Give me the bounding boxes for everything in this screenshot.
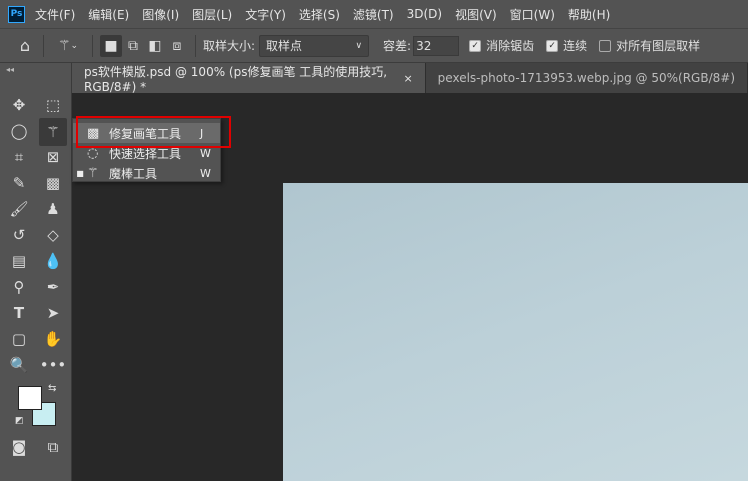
highlight-annotation-box — [76, 116, 231, 148]
history-brush-tool-icon[interactable]: ↺ — [7, 223, 31, 247]
menu-bar: Ps 文件(F) 编辑(E) 图像(I) 图层(L) 文字(Y) 选择(S) 滤… — [0, 0, 748, 28]
collapse-panel-icon[interactable]: ◂◂ — [6, 65, 14, 74]
checkbox-unchecked-icon — [599, 39, 612, 52]
swap-colors-icon[interactable]: ⇆ — [48, 383, 56, 394]
antialias-label: 消除锯齿 — [486, 39, 535, 53]
rectangle-tool-icon[interactable]: ▢ — [7, 327, 31, 351]
healing-brush-tool-icon[interactable]: ▩ — [41, 171, 65, 195]
menu-view[interactable]: 视图(V) — [455, 6, 497, 23]
flyout-label: 魔棒工具 — [109, 166, 158, 181]
tolerance-label: 容差: — [383, 39, 412, 53]
more-tools-icon[interactable]: ••• — [40, 353, 67, 377]
lasso-tool-icon[interactable]: ◯ — [7, 119, 31, 143]
sample-size-value: 取样点 — [266, 39, 303, 53]
dodge-tool-icon[interactable]: ⚲ — [7, 275, 31, 299]
default-colors-icon[interactable]: ◩ — [15, 416, 24, 426]
menu-select[interactable]: 选择(S) — [299, 6, 340, 23]
pen-tool-icon[interactable]: ✒ — [41, 275, 65, 299]
selected-marker: ■ — [76, 168, 84, 178]
menu-edit[interactable]: 编辑(E) — [88, 6, 129, 23]
magic-wand-tool-icon[interactable]: ⚚ — [39, 118, 67, 146]
gradient-tool-icon[interactable]: ▤ — [7, 249, 31, 273]
tab-label: pexels-photo-1713953.webp.jpg @ 50%(RGB/… — [437, 71, 735, 85]
divider — [195, 34, 196, 57]
screen-mode-icon[interactable]: ⧉ — [41, 435, 65, 459]
path-selection-tool-icon[interactable]: ➤ — [41, 301, 65, 325]
eraser-tool-icon[interactable]: ◇ — [41, 223, 65, 247]
menu-layer[interactable]: 图层(L) — [192, 6, 232, 23]
options-bar: ⌂ ⚚ ⌄ ■ ⧉ ◧ ⧈ 取样大小: 取样点 ∨ 容差: 32 ✓ 消除锯齿 ✓ 连续… — [0, 28, 748, 63]
hand-tool-icon[interactable]: ✋ — [41, 327, 65, 351]
menu-type[interactable]: 文字(Y) — [245, 6, 286, 23]
sample-size-select[interactable]: 取样点 ∨ — [259, 34, 370, 57]
add-selection-icon[interactable]: ⧉ — [122, 35, 144, 57]
frame-tool-icon[interactable]: ⊠ — [41, 145, 65, 169]
brush-tool-icon[interactable]: 🖌 — [7, 197, 31, 221]
photoshop-logo: Ps — [8, 5, 25, 23]
shortcut-key: W — [200, 166, 211, 180]
menu-filter[interactable]: 滤镜(T) — [353, 6, 394, 23]
menu-window[interactable]: 窗口(W) — [510, 6, 555, 23]
marquee-tool-icon[interactable]: ⬚ — [41, 93, 65, 117]
flyout-item-magic-wand[interactable]: ■ ⚚ 魔棒工具 W — [73, 163, 220, 183]
all-layers-label: 对所有图层取样 — [616, 39, 701, 53]
tab-psd-document[interactable]: ps软件模版.psd @ 100% (ps修复画笔 工具的使用技巧, RGB/8… — [72, 63, 426, 94]
tools-panel: ◂◂ ✥ ⬚ ◯ ⚚ ⌗ ⊠ ✎ ▩ 🖌 ♟ ↺ ◇ ▤ 💧 ⚲ ✒ T ➤ ▢… — [0, 63, 72, 481]
clone-stamp-tool-icon[interactable]: ♟ — [41, 197, 65, 221]
type-tool-icon[interactable]: T — [7, 301, 31, 325]
chevron-down-icon: ∨ — [355, 40, 363, 51]
magic-wand-icon: ⚚ — [87, 165, 99, 181]
subtract-selection-icon[interactable]: ◧ — [144, 35, 166, 57]
tab-pexels-photo[interactable]: pexels-photo-1713953.webp.jpg @ 50%(RGB/… — [425, 63, 748, 93]
antialias-checkbox[interactable]: ✓ 消除锯齿 — [469, 37, 534, 54]
menu-help[interactable]: 帮助(H) — [568, 6, 610, 23]
eyedropper-tool-icon[interactable]: ✎ — [7, 171, 31, 195]
divider — [92, 34, 93, 57]
new-selection-icon[interactable]: ■ — [100, 34, 122, 57]
close-icon[interactable]: × — [403, 72, 412, 85]
divider — [43, 34, 44, 57]
shortcut-key: W — [200, 146, 211, 160]
quick-mask-icon[interactable]: ◙ — [7, 435, 31, 459]
canvas-image[interactable] — [283, 183, 748, 481]
sample-all-layers-checkbox[interactable]: 对所有图层取样 — [599, 37, 700, 54]
zoom-tool-icon[interactable]: 🔍 — [7, 353, 31, 377]
home-icon[interactable]: ⌂ — [14, 35, 36, 57]
tab-label: ps软件模版.psd @ 100% (ps修复画笔 工具的使用技巧, RGB/8… — [84, 64, 388, 94]
sample-size-label: 取样大小: — [203, 39, 256, 53]
document-tabs: ps软件模版.psd @ 100% (ps修复画笔 工具的使用技巧, RGB/8… — [72, 63, 748, 94]
magic-wand-preset-icon[interactable]: ⚚ ⌄ — [51, 35, 85, 57]
move-tool-icon[interactable]: ✥ — [7, 93, 31, 117]
blur-tool-icon[interactable]: 💧 — [41, 249, 65, 273]
foreground-color-swatch[interactable] — [18, 386, 42, 410]
crop-tool-icon[interactable]: ⌗ — [7, 145, 31, 169]
menu-file[interactable]: 文件(F) — [35, 6, 75, 23]
contiguous-label: 连续 — [563, 39, 588, 53]
tolerance-input[interactable]: 32 — [413, 35, 460, 56]
menu-3d[interactable]: 3D(D) — [407, 7, 442, 21]
menu-image[interactable]: 图像(I) — [142, 6, 179, 23]
contiguous-checkbox[interactable]: ✓ 连续 — [546, 37, 587, 54]
checkbox-checked-icon: ✓ — [546, 39, 559, 52]
checkbox-checked-icon: ✓ — [469, 39, 482, 52]
intersect-selection-icon[interactable]: ⧈ — [166, 35, 188, 57]
